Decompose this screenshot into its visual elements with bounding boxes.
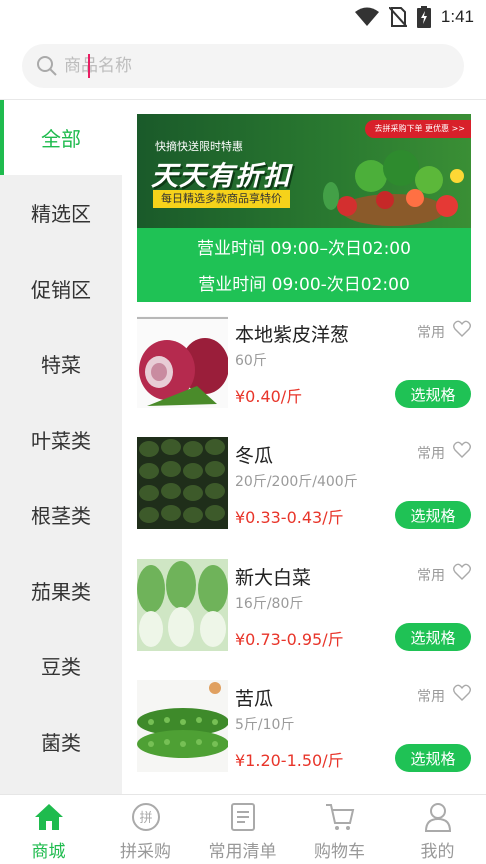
product-name: 冬瓜 <box>235 445 274 467</box>
search-input[interactable] <box>64 56 444 76</box>
product-price: ¥0.73-0.95/斤 <box>235 630 344 649</box>
sidebar-item-fruit-veg[interactable]: 茄果类 <box>0 553 122 628</box>
sidebar-item-label: 促销区 <box>31 278 91 302</box>
product-item[interactable]: 苦瓜 5斤/10斤 ¥1.20-1.50/斤 常用 选规格 <box>137 680 471 772</box>
sidebar-item-beans[interactable]: 豆类 <box>0 628 122 703</box>
common-label: 常用 <box>417 446 445 462</box>
select-spec-button[interactable]: 选规格 <box>395 380 471 408</box>
product-name: 本地紫皮洋葱 <box>235 324 350 346</box>
product-price: ¥1.20-1.50/斤 <box>235 751 344 770</box>
product-image <box>137 680 228 772</box>
heart-icon[interactable] <box>453 441 471 459</box>
banner-slogan: 每日精选多款商品享特价 <box>153 190 290 208</box>
list-icon <box>231 803 255 831</box>
product-price: ¥0.33-0.43/斤 <box>235 508 344 527</box>
banner-title: 天天有折扣 <box>151 161 291 192</box>
product-item[interactable]: 冬瓜 20斤/200斤/400斤 ¥0.33-0.43/斤 常用 选规格 <box>137 437 471 529</box>
battery-charging-icon <box>416 6 431 28</box>
nav-item-cart[interactable]: 购物车 <box>291 795 388 864</box>
bottom-nav: 商城 拼 拼采购 常用清单 购物车 我的 <box>0 794 486 864</box>
heart-icon[interactable] <box>453 684 471 702</box>
banner-subtitle: 快摘快送限时特惠 <box>155 140 243 153</box>
nav-item-common-list[interactable]: 常用清单 <box>194 795 291 864</box>
promo-banner[interactable]: 快摘快送限时特惠 天天有折扣 每日精选多款商品享特价 去拼采购下单 更优惠 >>… <box>137 114 471 302</box>
product-item[interactable]: 本地紫皮洋葱 60斤 ¥0.40/斤 常用 选规格 <box>137 316 471 408</box>
nav-label: 我的 <box>420 842 455 862</box>
sidebar-item-leafy[interactable]: 叶菜类 <box>0 402 122 477</box>
sidebar-item-label: 特菜 <box>41 353 81 377</box>
sidebar-item-promotion[interactable]: 促销区 <box>0 251 122 326</box>
sidebar-item-mushroom[interactable]: 菌类 <box>0 704 122 779</box>
heart-icon[interactable] <box>453 563 471 581</box>
product-image <box>137 437 228 529</box>
business-hours: 营业时间 09:00–次日02:00 <box>197 239 411 259</box>
product-spec: 16斤/80斤 <box>235 596 304 612</box>
common-label: 常用 <box>417 568 445 584</box>
text-cursor <box>88 54 90 78</box>
sidebar-item-label: 豆类 <box>41 655 81 679</box>
product-name: 苦瓜 <box>235 688 274 710</box>
svg-text:拼: 拼 <box>139 811 152 826</box>
sidebar-item-label: 茄果类 <box>31 580 91 604</box>
cart-icon <box>326 804 355 830</box>
sidebar-item-label: 根茎类 <box>31 504 91 528</box>
sidebar-item-root[interactable]: 根茎类 <box>0 477 122 552</box>
sidebar-item-special[interactable]: 特菜 <box>0 326 122 401</box>
product-spec: 5斤/10斤 <box>235 717 295 733</box>
business-hours: 营业时间 09:00-次日02:00 <box>198 275 410 295</box>
vegetable-basket-icon <box>323 150 464 226</box>
nav-item-group-buy[interactable]: 拼 拼采购 <box>97 795 194 864</box>
sidebar-item-label: 叶菜类 <box>31 429 91 453</box>
nav-item-mall[interactable]: 商城 <box>0 795 97 864</box>
nav-label: 购物车 <box>314 842 365 862</box>
product-image <box>137 559 228 651</box>
product-price: ¥0.40/斤 <box>235 387 303 406</box>
product-name: 新大白菜 <box>235 567 312 589</box>
status-bar: 1:41 <box>0 0 486 34</box>
group-buy-icon: 拼 <box>132 803 160 831</box>
product-spec: 60斤 <box>235 353 267 369</box>
nav-label: 拼采购 <box>120 842 171 862</box>
nav-item-mine[interactable]: 我的 <box>389 795 486 864</box>
select-spec-button[interactable]: 选规格 <box>395 623 471 651</box>
search-icon <box>37 56 57 76</box>
select-spec-button[interactable]: 选规格 <box>395 501 471 529</box>
heart-icon[interactable] <box>453 320 471 338</box>
product-image <box>137 316 228 408</box>
category-sidebar: 全部 精选区 促销区 特菜 叶菜类 根茎类 茄果类 豆类 菌类 <box>0 100 122 794</box>
sidebar-item-featured[interactable]: 精选区 <box>0 175 122 250</box>
home-icon <box>35 804 63 830</box>
sidebar-item-label: 菌类 <box>41 731 81 755</box>
sidebar-item-label: 全部 <box>41 127 81 151</box>
nav-label: 常用清单 <box>208 842 277 862</box>
sidebar-item-label: 精选区 <box>31 202 91 226</box>
no-sim-icon <box>388 7 407 27</box>
common-label: 常用 <box>417 325 445 341</box>
status-time: 1:41 <box>440 7 474 26</box>
nav-label: 商城 <box>31 842 66 862</box>
select-spec-button[interactable]: 选规格 <box>395 744 471 772</box>
banner-image: 快摘快送限时特惠 天天有折扣 每日精选多款商品享特价 去拼采购下单 更优惠 >> <box>137 114 471 228</box>
common-label: 常用 <box>417 689 445 705</box>
user-icon <box>424 803 452 832</box>
product-item[interactable]: 新大白菜 16斤/80斤 ¥0.73-0.95/斤 常用 选规格 <box>137 559 471 651</box>
product-spec: 20斤/200斤/400斤 <box>235 474 358 490</box>
sidebar-item-all[interactable]: 全部 <box>0 100 122 175</box>
wifi-icon <box>354 7 379 26</box>
search-bar[interactable] <box>22 44 464 88</box>
